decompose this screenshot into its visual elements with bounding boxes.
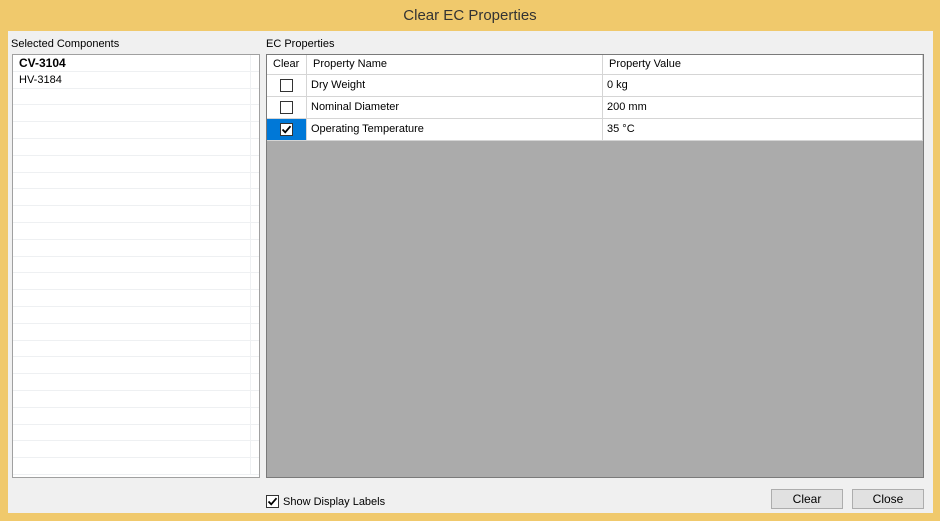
component-name: HV-3184 <box>19 73 62 86</box>
component-name: CV-3104 <box>19 56 66 70</box>
row-divider <box>250 374 251 391</box>
selected-components-list[interactable]: CV-3104 HV-3184 <box>12 54 260 478</box>
clear-button[interactable]: Clear <box>771 489 843 509</box>
table-row[interactable]: Dry Weight 0 kg <box>267 75 923 97</box>
row-divider <box>250 357 251 375</box>
empty-list-row <box>13 155 259 173</box>
row-divider <box>250 239 251 257</box>
list-item[interactable]: CV-3104 <box>13 55 259 72</box>
empty-list-row <box>13 424 259 442</box>
show-display-labels-checkbox[interactable] <box>266 495 279 508</box>
empty-list-row <box>13 122 259 139</box>
empty-list-row <box>13 290 259 307</box>
checkmark-icon <box>267 497 278 506</box>
show-display-labels-label[interactable]: Show Display Labels <box>283 496 385 508</box>
checkmark-icon <box>281 125 292 134</box>
property-value-cell[interactable]: 200 mm <box>603 97 923 118</box>
close-button[interactable]: Close <box>852 489 924 509</box>
empty-list-row <box>13 374 259 391</box>
row-divider <box>250 88 251 106</box>
row-divider <box>250 306 251 324</box>
clear-checkbox[interactable] <box>280 101 293 114</box>
empty-list-row <box>13 172 259 190</box>
empty-list-row <box>13 357 259 375</box>
table-row[interactable]: Operating Temperature 35 °C <box>267 119 923 141</box>
empty-list-row <box>13 105 259 123</box>
row-divider <box>250 323 251 341</box>
list-item[interactable]: HV-3184 <box>13 71 259 89</box>
row-divider <box>250 340 251 358</box>
empty-list-row <box>13 306 259 324</box>
clear-cell[interactable] <box>267 75 307 96</box>
clear-checkbox[interactable] <box>280 79 293 92</box>
empty-list-row <box>13 340 259 358</box>
empty-list-row <box>13 390 259 408</box>
row-divider <box>250 256 251 274</box>
property-name-cell[interactable]: Dry Weight <box>307 75 603 96</box>
empty-list-row <box>13 458 259 475</box>
row-divider <box>250 290 251 307</box>
empty-list-row <box>13 407 259 425</box>
empty-list-rows <box>13 88 259 475</box>
row-divider <box>250 172 251 190</box>
row-divider <box>250 441 251 459</box>
column-header-property-value[interactable]: Property Value <box>603 55 923 74</box>
ec-properties-label: EC Properties <box>266 38 335 50</box>
table-row[interactable]: Nominal Diameter 200 mm <box>267 97 923 119</box>
empty-list-row <box>13 206 259 223</box>
empty-list-row <box>13 239 259 257</box>
row-divider <box>250 138 251 156</box>
row-divider <box>250 105 251 123</box>
clear-cell[interactable] <box>267 119 307 140</box>
ec-properties-grid[interactable]: Clear Property Name Property Value Dry W… <box>266 54 924 478</box>
clear-cell[interactable] <box>267 97 307 118</box>
title-bar[interactable]: Clear EC Properties <box>0 0 940 31</box>
column-header-property-name[interactable]: Property Name <box>307 55 603 74</box>
dialog-client-area: Selected Components CV-3104 HV-3184 EC P… <box>8 31 933 513</box>
show-display-labels-option[interactable]: Show Display Labels <box>266 495 385 508</box>
window-title: Clear EC Properties <box>403 7 537 24</box>
row-divider <box>250 458 251 475</box>
row-divider <box>250 189 251 207</box>
row-divider <box>250 424 251 442</box>
column-header-clear[interactable]: Clear <box>267 55 307 74</box>
dialog-window: Clear EC Properties Selected Components … <box>0 0 940 521</box>
empty-list-row <box>13 323 259 341</box>
empty-list-row <box>13 273 259 291</box>
empty-list-row <box>13 441 259 459</box>
row-divider <box>250 273 251 291</box>
empty-list-row <box>13 222 259 240</box>
row-divider <box>250 155 251 173</box>
empty-list-row <box>13 189 259 207</box>
property-value-cell[interactable]: 0 kg <box>603 75 923 96</box>
clear-checkbox[interactable] <box>280 123 293 136</box>
row-divider <box>250 222 251 240</box>
row-divider <box>250 122 251 139</box>
row-divider <box>250 407 251 425</box>
property-name-cell[interactable]: Nominal Diameter <box>307 97 603 118</box>
empty-list-row <box>13 138 259 156</box>
property-value-cell[interactable]: 35 °C <box>603 119 923 140</box>
row-divider <box>250 390 251 408</box>
grid-header-row: Clear Property Name Property Value <box>267 55 923 75</box>
empty-list-row <box>13 256 259 274</box>
row-divider <box>250 71 251 89</box>
row-divider <box>250 55 251 72</box>
selected-components-label: Selected Components <box>11 38 120 50</box>
property-name-cell[interactable]: Operating Temperature <box>307 119 603 140</box>
empty-list-row <box>13 88 259 106</box>
row-divider <box>250 206 251 223</box>
